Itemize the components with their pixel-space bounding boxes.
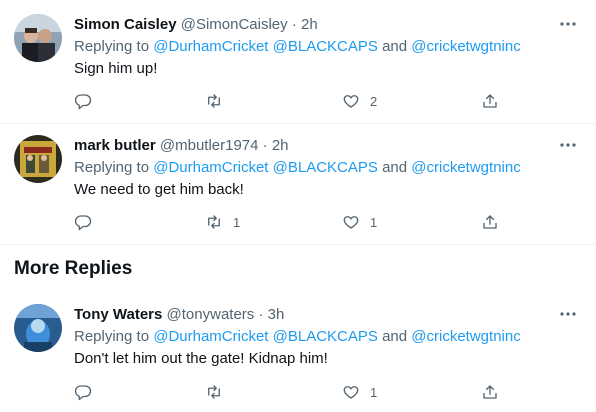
reply-button[interactable] bbox=[74, 382, 102, 402]
share-button[interactable] bbox=[481, 212, 499, 232]
more-icon bbox=[560, 22, 576, 26]
replying-to-label: Replying to bbox=[74, 38, 150, 55]
more-icon bbox=[560, 312, 576, 316]
share-icon bbox=[483, 94, 497, 108]
retweet-icon bbox=[208, 385, 220, 399]
share-button[interactable] bbox=[481, 91, 499, 111]
tweet-text: Don't let him out the gate! Kidnap him! bbox=[74, 350, 328, 367]
separator-dot: · bbox=[262, 137, 268, 154]
reply-button[interactable] bbox=[74, 212, 102, 232]
reply-icon bbox=[74, 94, 92, 110]
share-button[interactable] bbox=[481, 382, 499, 402]
retweet-button[interactable] bbox=[205, 91, 233, 111]
more-icon bbox=[560, 143, 576, 147]
tweet-actions: 1 bbox=[74, 382, 504, 402]
author-handle[interactable]: @tonywaters bbox=[167, 306, 255, 323]
replying-to-label: Replying to bbox=[74, 328, 150, 345]
retweet-count: 1 bbox=[233, 214, 241, 230]
reply-icon bbox=[74, 385, 92, 401]
mention-link[interactable]: @DurhamCricket bbox=[153, 328, 268, 345]
heart-icon bbox=[343, 216, 359, 229]
replying-to-label: Replying to bbox=[74, 159, 150, 176]
mention-link[interactable]: @BLACKCAPS bbox=[273, 328, 378, 345]
avatar[interactable] bbox=[14, 304, 62, 352]
reply-button[interactable] bbox=[74, 91, 102, 111]
like-count: 2 bbox=[370, 93, 378, 109]
share-icon bbox=[483, 385, 497, 399]
avatar[interactable] bbox=[14, 14, 62, 62]
mention-link[interactable]: @cricketwgtninc bbox=[411, 159, 520, 176]
more-options-button[interactable] bbox=[558, 304, 578, 324]
retweet-button[interactable]: 1 bbox=[205, 212, 240, 232]
timestamp[interactable]: 2h bbox=[301, 16, 318, 33]
mention-link[interactable]: @BLACKCAPS bbox=[273, 38, 378, 55]
mention-link[interactable]: @DurhamCricket bbox=[153, 38, 268, 55]
tweet[interactable]: mark butler @mbutler1974 · 2h Replying t… bbox=[0, 124, 596, 245]
tweet[interactable]: Simon Caisley @SimonCaisley · 2h Replyin… bbox=[0, 0, 596, 124]
replying-to: Replying to @DurhamCricket @BLACKCAPS an… bbox=[74, 158, 521, 178]
replying-to: Replying to @DurhamCricket @BLACKCAPS an… bbox=[74, 327, 521, 347]
retweet-icon bbox=[208, 215, 220, 229]
timestamp[interactable]: 2h bbox=[272, 137, 289, 154]
replying-to-and: and bbox=[382, 328, 408, 345]
replying-to-and: and bbox=[382, 159, 408, 176]
mention-link[interactable]: @DurhamCricket bbox=[153, 159, 268, 176]
tweet-actions: 1 1 bbox=[74, 212, 504, 232]
tweet-text: Sign him up! bbox=[74, 60, 158, 77]
separator-dot: · bbox=[291, 16, 297, 33]
mention-link[interactable]: @BLACKCAPS bbox=[273, 159, 378, 176]
retweet-icon bbox=[208, 94, 220, 108]
replying-to-and: and bbox=[382, 38, 408, 55]
reply-icon bbox=[74, 215, 92, 231]
like-button[interactable]: 2 bbox=[342, 91, 377, 111]
replying-to: Replying to @DurhamCricket @BLACKCAPS an… bbox=[74, 37, 521, 57]
tweet-actions: 2 bbox=[74, 91, 504, 111]
mention-link[interactable]: @cricketwgtninc bbox=[411, 328, 520, 345]
more-options-button[interactable] bbox=[558, 14, 578, 34]
author-name[interactable]: mark butler bbox=[74, 137, 156, 154]
heart-icon bbox=[343, 386, 359, 399]
timestamp[interactable]: 3h bbox=[268, 306, 285, 323]
author-handle[interactable]: @SimonCaisley bbox=[181, 16, 288, 33]
mention-link[interactable]: @cricketwgtninc bbox=[411, 38, 520, 55]
avatar[interactable] bbox=[14, 135, 62, 183]
tweet[interactable]: Tony Waters @tonywaters · 3h Replying to… bbox=[0, 292, 596, 412]
like-button[interactable]: 1 bbox=[342, 382, 377, 402]
like-button[interactable]: 1 bbox=[342, 212, 377, 232]
retweet-button[interactable] bbox=[205, 382, 233, 402]
like-count: 1 bbox=[370, 214, 378, 230]
author-handle[interactable]: @mbutler1974 bbox=[160, 137, 259, 154]
tweet-text: We need to get him back! bbox=[74, 181, 244, 198]
share-icon bbox=[483, 215, 497, 229]
author-name[interactable]: Simon Caisley bbox=[74, 16, 177, 33]
heart-icon bbox=[343, 95, 359, 108]
separator-dot: · bbox=[258, 306, 264, 323]
more-replies-heading: More Replies bbox=[14, 258, 133, 279]
more-options-button[interactable] bbox=[558, 135, 578, 155]
author-name[interactable]: Tony Waters bbox=[74, 306, 162, 323]
like-count: 1 bbox=[370, 384, 378, 400]
